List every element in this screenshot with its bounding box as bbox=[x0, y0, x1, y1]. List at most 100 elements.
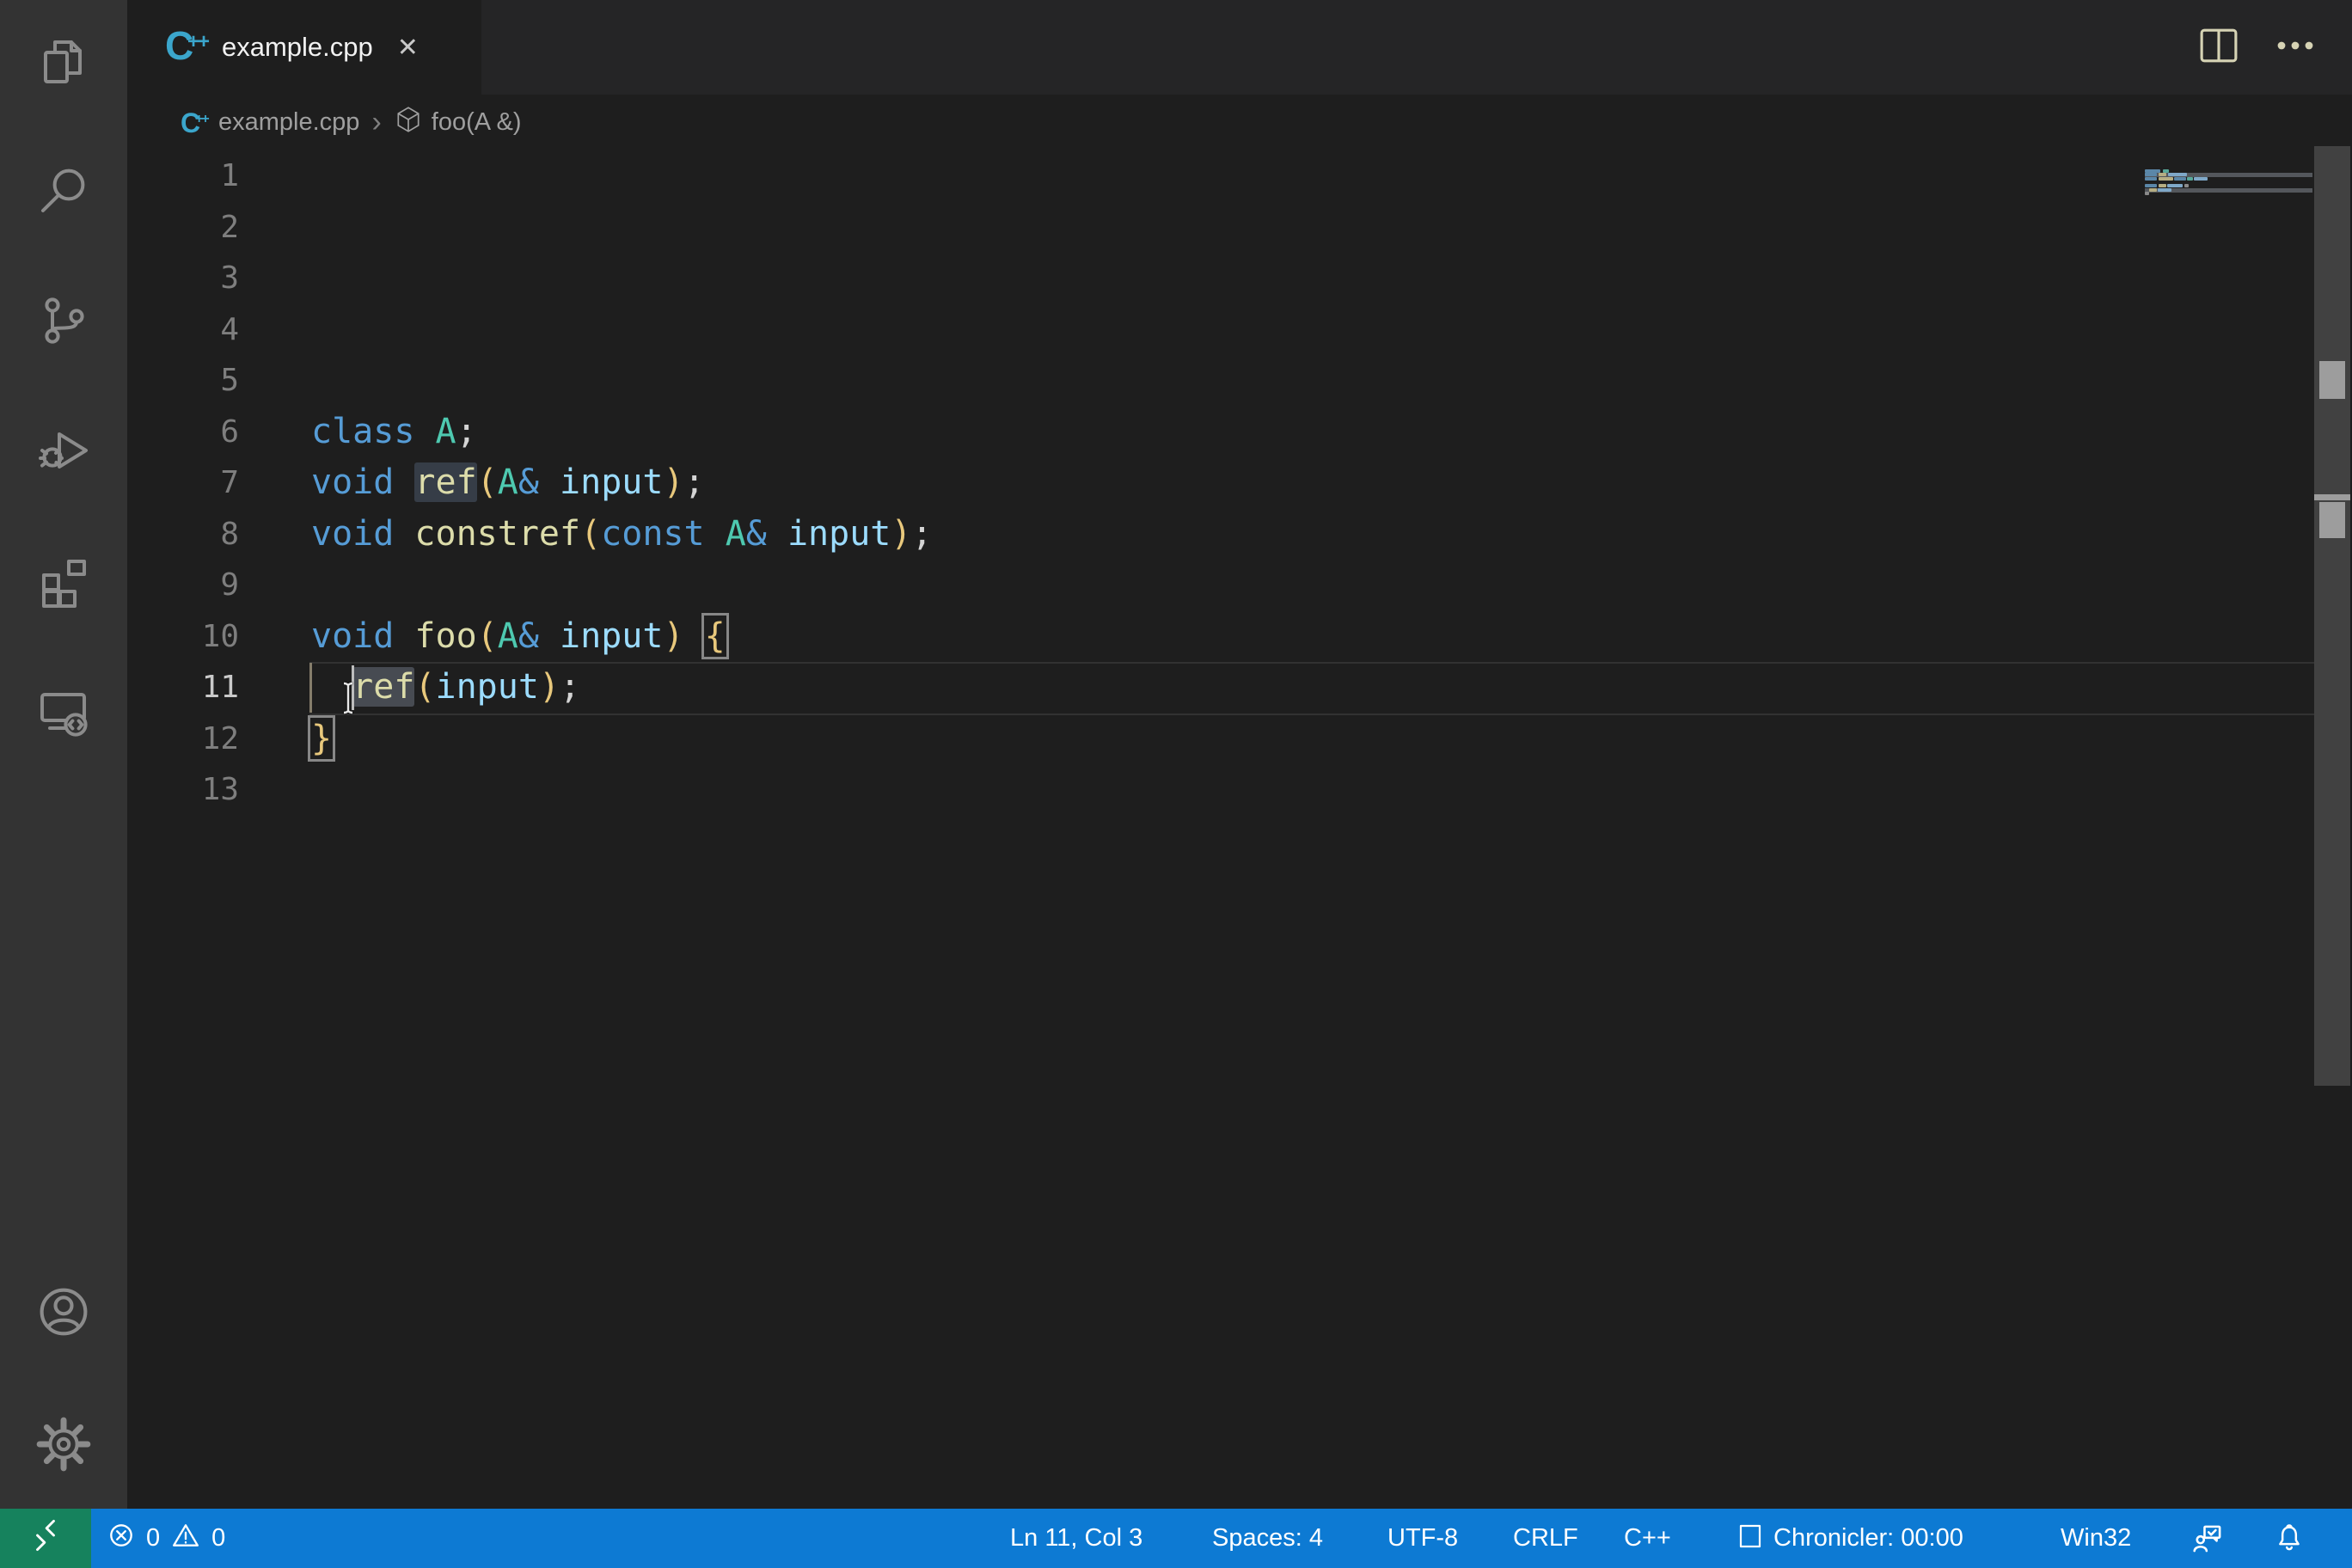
code-line-11: 11 ref(input); bbox=[127, 662, 2352, 714]
minimap-code-segment bbox=[2159, 173, 2166, 176]
code-text: void ref(A& input); bbox=[311, 457, 705, 509]
activity-item-accounts[interactable] bbox=[0, 1262, 127, 1365]
overview-highlight-marker bbox=[2319, 361, 2345, 399]
chronicler-status[interactable]: Chronicler: 00:00 bbox=[1737, 1509, 1963, 1568]
line-number: 13 bbox=[127, 764, 239, 816]
cpp-file-icon: C++ bbox=[165, 25, 210, 70]
warning-count: 0 bbox=[211, 1524, 225, 1553]
minimap-code-segment bbox=[2187, 177, 2193, 181]
notifications-bell-icon[interactable] bbox=[2274, 1509, 2305, 1568]
activity-item-settings[interactable] bbox=[0, 1394, 127, 1498]
activity-item-extensions[interactable] bbox=[0, 531, 127, 634]
account-icon bbox=[35, 1283, 92, 1344]
bracket-match: } bbox=[311, 719, 332, 758]
minimap-code-segment bbox=[2168, 173, 2187, 176]
extensions-icon bbox=[36, 554, 91, 613]
source-control-icon bbox=[36, 293, 91, 352]
line-number: 4 bbox=[127, 304, 239, 356]
problems-status[interactable]: 0 0 bbox=[107, 1509, 225, 1568]
editor-actions bbox=[2199, 0, 2314, 95]
code-text: void constref(const A& input); bbox=[311, 509, 933, 560]
minimap-code-segment bbox=[2194, 177, 2208, 181]
code-editor[interactable]: 123456class A;7void ref(A& input);8void … bbox=[127, 150, 2352, 1509]
platform-status[interactable]: Win32 bbox=[2061, 1509, 2131, 1568]
cpp-file-icon: C++ bbox=[181, 108, 210, 138]
minimap-code-segment bbox=[2145, 192, 2149, 195]
code-line-13: 13 bbox=[127, 764, 2352, 816]
indentation-status[interactable]: Spaces: 4 bbox=[1212, 1509, 1323, 1568]
minimap-code-segment bbox=[2174, 177, 2186, 181]
search-icon bbox=[36, 163, 91, 223]
remote-explorer-icon bbox=[36, 684, 91, 744]
current-line-highlight bbox=[309, 662, 2314, 715]
line-number: 7 bbox=[127, 457, 239, 509]
line-number: 8 bbox=[127, 509, 239, 560]
breadcrumb-item-file[interactable]: C++ example.cpp bbox=[181, 108, 359, 138]
minimap-code-segment bbox=[2159, 177, 2173, 181]
code-text: } bbox=[311, 714, 332, 765]
code-line-10: 10void foo(A& input) { bbox=[127, 611, 2352, 663]
breadcrumb: C++ example.cpp › foo(A &) bbox=[127, 95, 2352, 150]
gear-icon bbox=[35, 1416, 92, 1477]
code-line-7: 7 void ref(A& input); bbox=[127, 457, 2352, 509]
split-editor-icon[interactable] bbox=[2199, 28, 2239, 68]
activity-item-explorer[interactable] bbox=[0, 13, 127, 116]
tab-label: example.cpp bbox=[222, 32, 373, 63]
activity-item-run-debug[interactable] bbox=[0, 399, 127, 502]
code-line-1: 1 bbox=[127, 150, 2352, 202]
remote-indicator[interactable] bbox=[0, 1509, 91, 1568]
word-highlight: ref bbox=[414, 462, 476, 502]
files-icon bbox=[36, 35, 91, 95]
close-icon[interactable]: ✕ bbox=[397, 33, 419, 63]
breadcrumb-file-label: example.cpp bbox=[218, 108, 359, 137]
code-line-4: 4 bbox=[127, 304, 2352, 356]
line-number: 6 bbox=[127, 407, 239, 458]
overview-highlight-marker bbox=[2319, 502, 2345, 538]
minimap-code-segment bbox=[2167, 184, 2183, 187]
error-count: 0 bbox=[146, 1524, 160, 1553]
symbol-method-icon bbox=[394, 105, 423, 141]
line-number: 11 bbox=[127, 662, 239, 714]
scrollbar-slider[interactable] bbox=[2314, 146, 2350, 1086]
line-number: 9 bbox=[127, 560, 239, 611]
minimap-code-segment bbox=[2159, 184, 2166, 187]
feedback-icon[interactable] bbox=[2189, 1509, 2226, 1568]
line-number: 12 bbox=[127, 714, 239, 765]
chevron-right-icon: › bbox=[371, 106, 381, 139]
line-number: 10 bbox=[127, 611, 239, 663]
code-line-8: 8 void constref(const A& input); bbox=[127, 509, 2352, 560]
code-line-12: 12} bbox=[127, 714, 2352, 765]
breadcrumb-symbol-label: foo(A &) bbox=[432, 108, 522, 137]
activity-item-remote-explorer[interactable] bbox=[0, 662, 127, 765]
scrollbar bbox=[2314, 146, 2350, 1509]
stop-square-icon bbox=[1737, 1521, 1763, 1557]
bracket-match: { bbox=[705, 616, 726, 656]
encoding-status[interactable]: UTF-8 bbox=[1387, 1509, 1458, 1568]
code-line-3: 3 bbox=[127, 253, 2352, 304]
minimap[interactable] bbox=[2145, 150, 2314, 340]
code-line-9: 9 bbox=[127, 560, 2352, 611]
code-line-6: 6 class A; bbox=[127, 407, 2352, 458]
code-line-2: 2 bbox=[127, 202, 2352, 254]
vscode-window: C++ example.cpp ✕ C++ example.cpp › foo(… bbox=[0, 0, 2352, 1568]
code-text: class A; bbox=[311, 407, 477, 458]
line-number: 1 bbox=[127, 150, 239, 202]
breadcrumb-item-symbol[interactable]: foo(A &) bbox=[394, 105, 522, 141]
line-number: 3 bbox=[127, 253, 239, 304]
line-number: 2 bbox=[127, 202, 239, 254]
tab-bar: C++ example.cpp ✕ bbox=[127, 0, 2352, 95]
error-icon bbox=[107, 1521, 136, 1557]
tab-example-cpp[interactable]: C++ example.cpp ✕ bbox=[127, 0, 481, 95]
eol-status[interactable]: CRLF bbox=[1513, 1509, 1578, 1568]
language-mode-status[interactable]: C++ bbox=[1624, 1509, 1671, 1568]
ellipsis-icon[interactable] bbox=[2276, 40, 2314, 55]
minimap-code-segment bbox=[2145, 173, 2157, 176]
minimap-code-segment bbox=[2158, 188, 2171, 192]
activity-item-search[interactable] bbox=[0, 141, 127, 244]
minimap-code-segment bbox=[2184, 184, 2189, 187]
code-line-5: 5 bbox=[127, 355, 2352, 407]
overview-cursor-marker bbox=[2314, 494, 2350, 500]
cursor-position-status[interactable]: Ln 11, Col 3 bbox=[1010, 1509, 1142, 1568]
activity-item-source-control[interactable] bbox=[0, 271, 127, 374]
text-cursor-pointer bbox=[339, 681, 358, 720]
